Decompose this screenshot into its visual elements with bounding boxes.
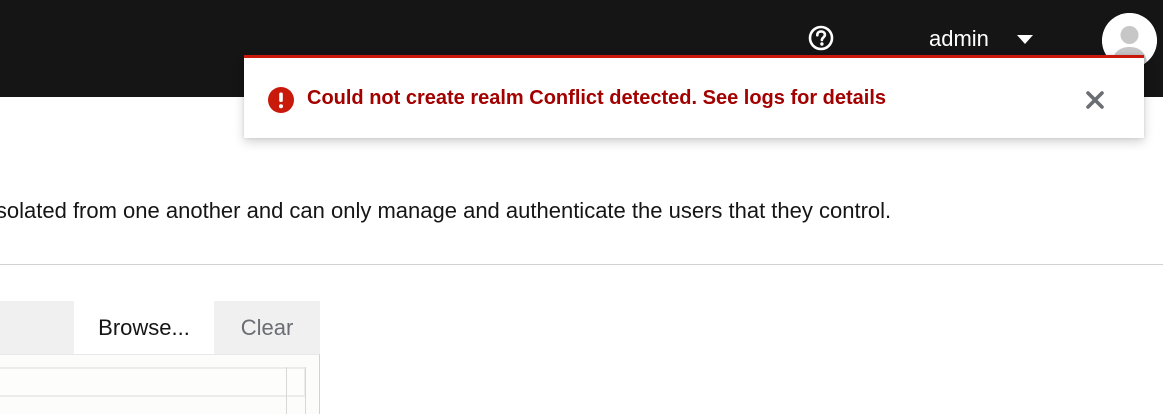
browse-button[interactable]: Browse... [74, 301, 214, 354]
question-circle-icon[interactable] [808, 25, 834, 51]
filename-field[interactable] [0, 301, 74, 354]
alert-title: Could not create realm Conflict detected… [307, 87, 887, 109]
divider [0, 264, 1163, 265]
page-description: isolated from one another and can only m… [0, 198, 892, 223]
resource-file-upload: Browse... Clear [0, 301, 320, 414]
clear-button[interactable]: Clear [214, 301, 320, 354]
error-alert: Could not create realm Conflict detected… [244, 55, 1144, 138]
close-icon[interactable] [1082, 87, 1108, 113]
textarea-content[interactable] [0, 367, 306, 397]
textarea-scrollbar[interactable] [286, 367, 306, 414]
caret-down-icon [1016, 34, 1033, 44]
file-content-textarea[interactable] [0, 354, 320, 414]
user-dropdown-toggle[interactable]: admin [914, 20, 1033, 58]
exclamation-circle-icon [268, 87, 294, 113]
username: admin [929, 26, 989, 51]
